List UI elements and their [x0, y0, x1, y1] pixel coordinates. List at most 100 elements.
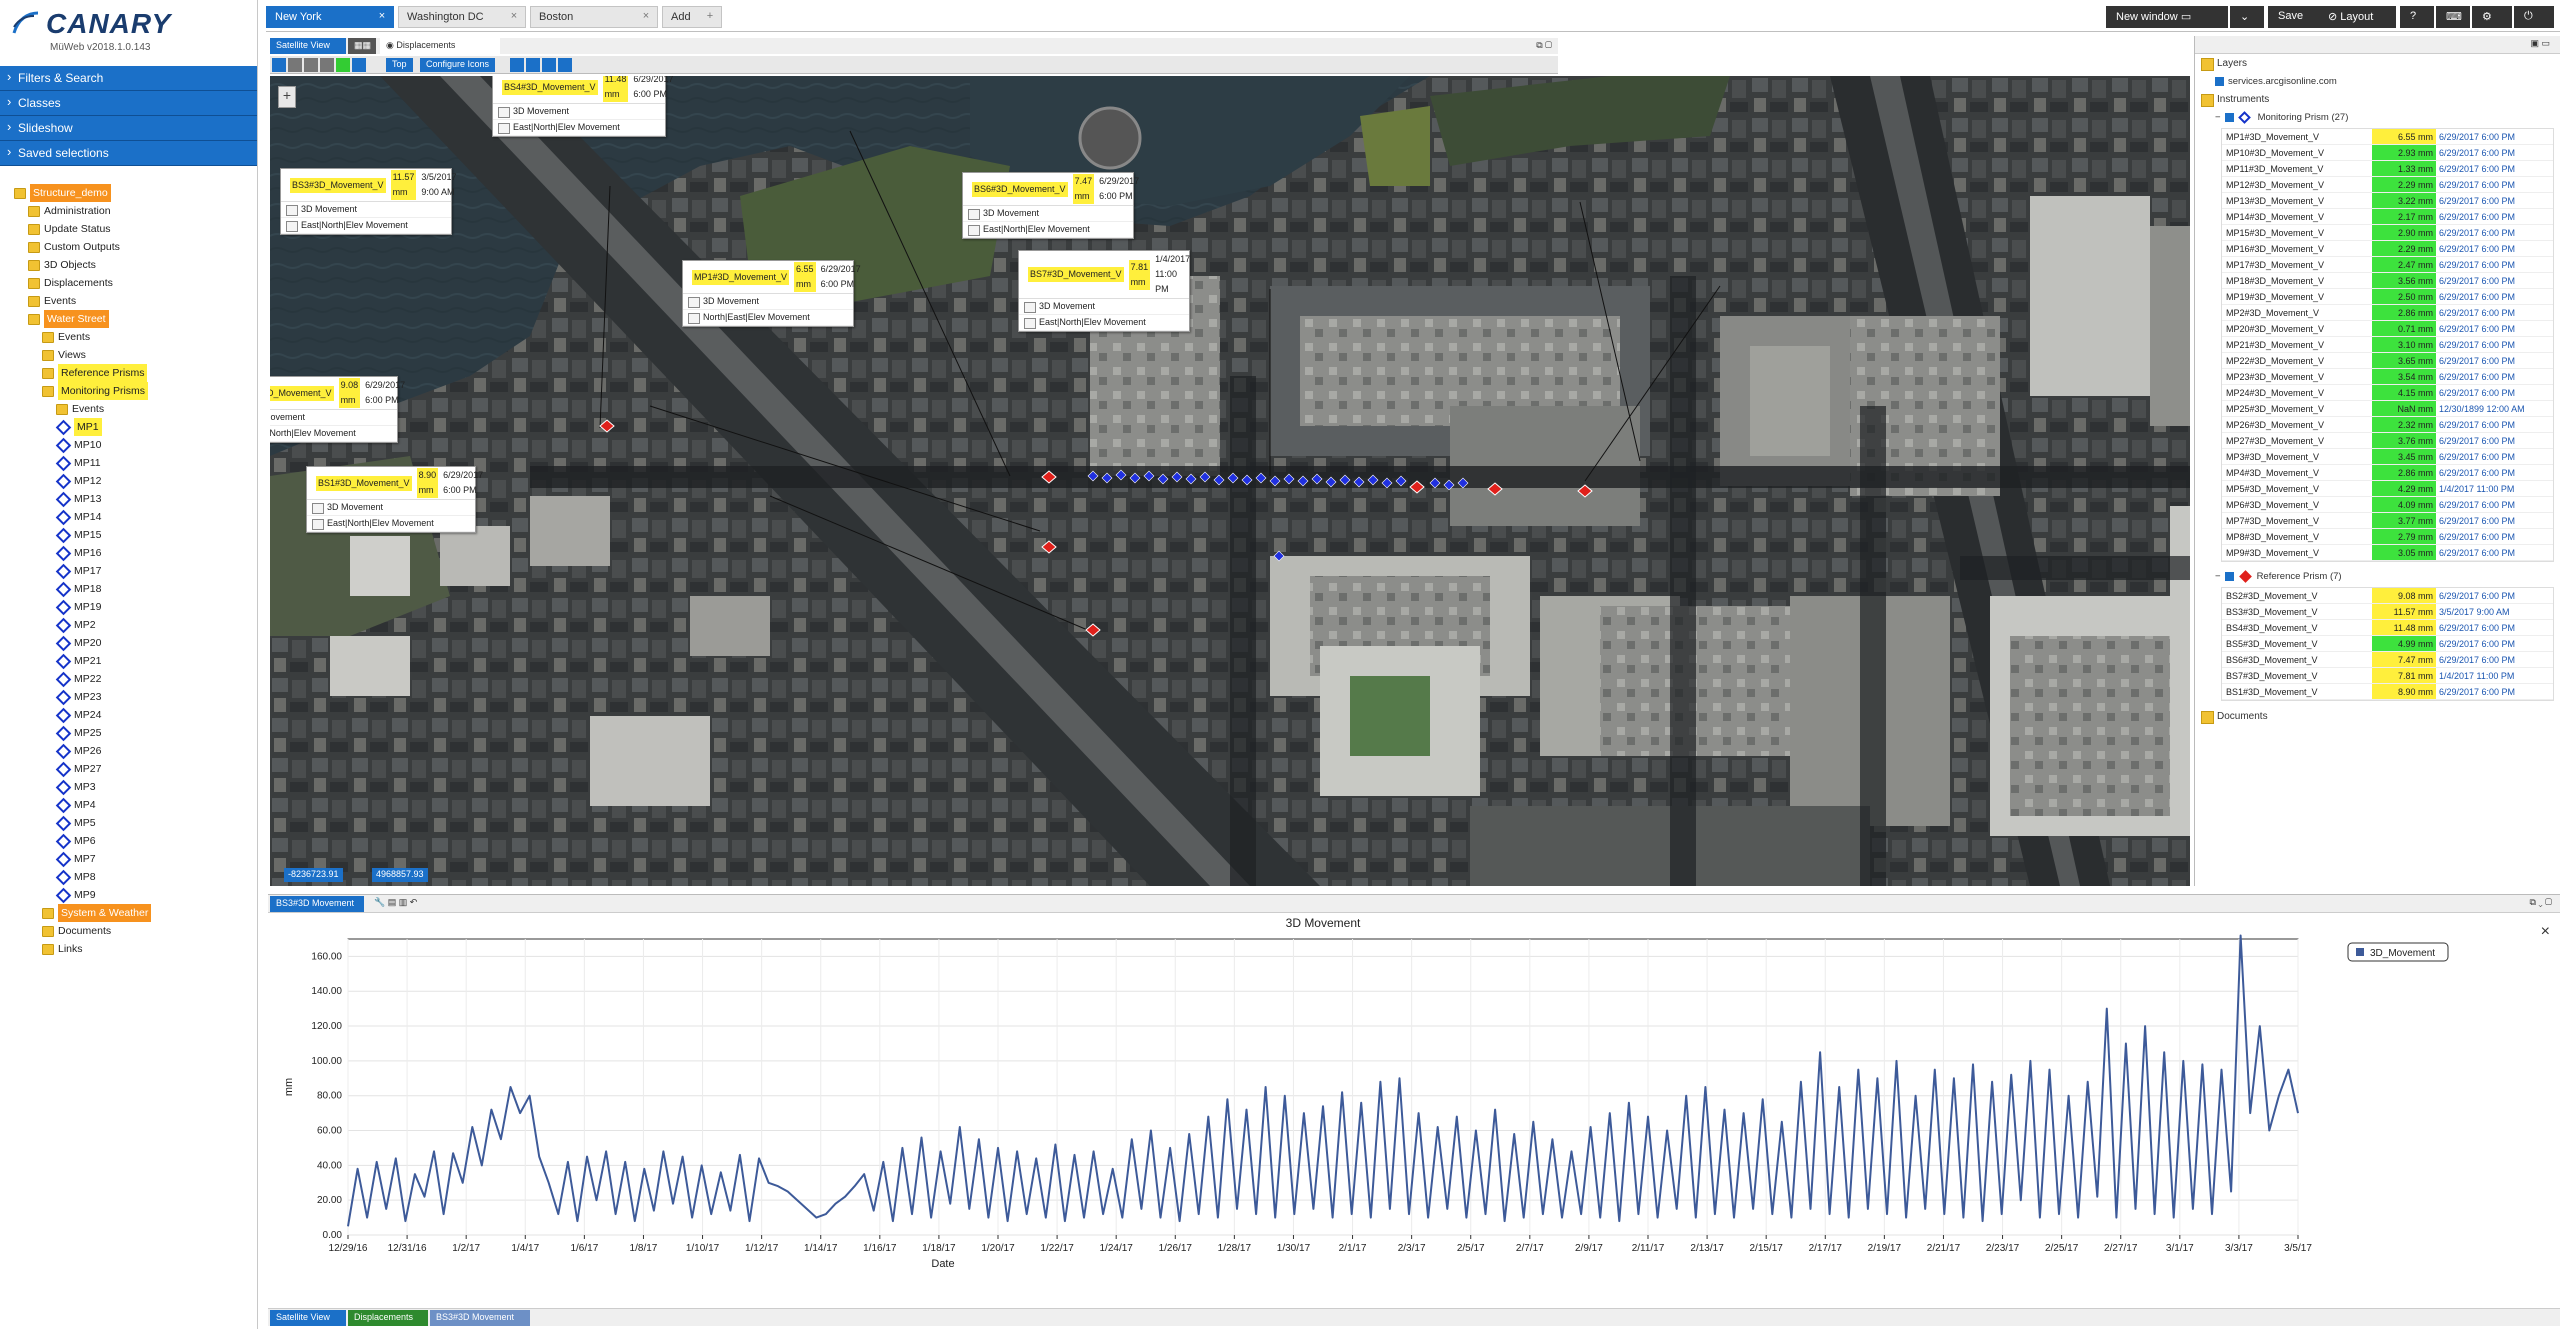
- instrument-row[interactable]: MP5#3D_Movement_V 4.29 mm 1/4/2017 11:00 P…: [2222, 481, 2553, 497]
- tree-item-mp[interactable]: MP26: [14, 742, 257, 760]
- instrument-row[interactable]: MP25#3D_Movement_V NaN mm 12/30/1899 12:00…: [2222, 401, 2553, 417]
- tree-monitoring-prisms[interactable]: Monitoring Prisms: [14, 382, 257, 400]
- plus-icon[interactable]: +: [699, 7, 721, 27]
- tree-item-mp[interactable]: MP19: [14, 598, 257, 616]
- collapse-icon[interactable]: −: [2215, 571, 2221, 582]
- callout-row[interactable]: East|North|Elev Movement: [307, 516, 475, 532]
- satellite-map[interactable]: + BS4#3D_Movement_V 11.48 mm 6/29/2017 6:0…: [270, 76, 2190, 886]
- instrument-row[interactable]: BS4#3D_Movement_V 11.48 mm 6/29/2017 6:00 …: [2222, 620, 2553, 636]
- documents-section[interactable]: Documents: [2195, 707, 2560, 726]
- instrument-row[interactable]: MP19#3D_Movement_V 2.50 mm 6/29/2017 6:00 …: [2222, 289, 2553, 305]
- callout-row[interactable]: 3D Movement: [963, 206, 1133, 222]
- callout-row[interactable]: 3D Movement: [270, 410, 397, 426]
- chart-toolbar-icons[interactable]: 🔧 ▤ ▥ ↶: [374, 897, 417, 908]
- layers-section[interactable]: Layers: [2195, 54, 2560, 73]
- tree-item[interactable]: Links: [14, 940, 257, 958]
- tab-add[interactable]: Add +: [662, 6, 722, 28]
- zoom-in-button[interactable]: +: [278, 86, 296, 108]
- instrument-row[interactable]: MP11#3D_Movement_V 1.33 mm 6/29/2017 6:00 …: [2222, 161, 2553, 177]
- group-checkbox[interactable]: [2224, 572, 2234, 581]
- instrument-row[interactable]: MP27#3D_Movement_V 3.76 mm 6/29/2017 6:00 …: [2222, 433, 2553, 449]
- tree-item-mp[interactable]: MP22: [14, 670, 257, 688]
- bottom-tab-displacements[interactable]: Displacements: [348, 1310, 428, 1326]
- tree-item[interactable]: Events: [14, 292, 257, 310]
- layout-button[interactable]: ⊘ Layout: [2318, 6, 2396, 28]
- tree-item[interactable]: Reference Prisms: [14, 364, 257, 382]
- tree-system-weather[interactable]: System & Weather: [14, 904, 257, 922]
- tree-item-mp[interactable]: MP24: [14, 706, 257, 724]
- callout-row[interactable]: East|North|Elev Movement: [281, 218, 451, 234]
- instrument-row[interactable]: MP4#3D_Movement_V 2.86 mm 6/29/2017 6:00 P…: [2222, 465, 2553, 481]
- tree-item-mp[interactable]: MP9: [14, 886, 257, 904]
- collapse-icon[interactable]: −: [2215, 112, 2221, 123]
- tree-item-mp[interactable]: MP4: [14, 796, 257, 814]
- instrument-row[interactable]: BS2#3D_Movement_V 9.08 mm 6/29/2017 6:00 P…: [2222, 588, 2553, 604]
- toolbar-icons[interactable]: ▦▦: [348, 38, 376, 54]
- tree-item[interactable]: Custom Outputs: [14, 238, 257, 256]
- movement-chart[interactable]: 3D Movement 0.00 20.00 40.00 60.00 80.00 100.0…: [268, 913, 2560, 1303]
- instrument-row[interactable]: MP15#3D_Movement_V 2.90 mm 6/29/2017 6:00 …: [2222, 225, 2553, 241]
- instruments-section[interactable]: Instruments: [2195, 90, 2560, 109]
- help-button[interactable]: ?: [2400, 6, 2434, 28]
- callout-row[interactable]: 3D Movement: [281, 202, 451, 218]
- tree-item-mp[interactable]: MP20: [14, 634, 257, 652]
- window-controls[interactable]: ⧉ ⌄ ▢: [2529, 897, 2552, 908]
- tree-item-mp[interactable]: MP15: [14, 526, 257, 544]
- top-view-button[interactable]: Top: [386, 58, 413, 72]
- instrument-row[interactable]: BS6#3D_Movement_V 7.47 mm 6/29/2017 6:00 P…: [2222, 652, 2553, 668]
- callout-row[interactable]: North|East|Elev Movement: [683, 310, 853, 326]
- dropdown-button[interactable]: ⌄: [2230, 6, 2264, 28]
- tree-item-mp[interactable]: MP12: [14, 472, 257, 490]
- tab-satellite-view[interactable]: Satellite View: [270, 38, 346, 54]
- instrument-row[interactable]: MP23#3D_Movement_V 3.54 mm 6/29/2017 6:00 …: [2222, 369, 2553, 385]
- instrument-row[interactable]: MP21#3D_Movement_V 3.10 mm 6/29/2017 6:00 …: [2222, 337, 2553, 353]
- instrument-row[interactable]: MP8#3D_Movement_V 2.79 mm 6/29/2017 6:00 P…: [2222, 529, 2553, 545]
- tree-item-mp[interactable]: MP2: [14, 616, 257, 634]
- instrument-row[interactable]: MP9#3D_Movement_V 3.05 mm 6/29/2017 6:00 P…: [2222, 545, 2553, 561]
- new-window-button[interactable]: New window ▭: [2106, 6, 2228, 28]
- menu-slideshow[interactable]: Slideshow: [0, 116, 257, 141]
- map-callout[interactable]: BS3#3D_Movement_V 11.57 mm 3/5/2017 9:00 A…: [280, 168, 456, 235]
- window-controls[interactable]: ⧉ ▢: [1536, 40, 1552, 51]
- tree-item-mp[interactable]: MP13: [14, 490, 257, 508]
- tab-displacements[interactable]: ◉ Displacements: [380, 38, 500, 54]
- map-mode-icons[interactable]: [510, 58, 580, 72]
- tree-root[interactable]: Structure_demo: [14, 184, 257, 202]
- tree-item-mp[interactable]: MP7: [14, 850, 257, 868]
- menu-classes[interactable]: Classes: [0, 91, 257, 116]
- close-tab-icon[interactable]: ×: [503, 7, 525, 27]
- tree-item-mp[interactable]: MP18: [14, 580, 257, 598]
- instrument-row[interactable]: MP6#3D_Movement_V 4.09 mm 6/29/2017 6:00 P…: [2222, 497, 2553, 513]
- tab-boston[interactable]: Boston ×: [530, 6, 658, 28]
- tree-item[interactable]: Administration: [14, 202, 257, 220]
- callout-row[interactable]: East|North|Elev Movement: [1019, 315, 1189, 331]
- settings-icon[interactable]: ⚙: [2472, 6, 2512, 28]
- tree-item[interactable]: Documents: [14, 922, 257, 940]
- keyboard-icon[interactable]: ⌨: [2436, 6, 2470, 28]
- menu-saved-selections[interactable]: Saved selections: [0, 141, 257, 166]
- callout-row[interactable]: 3D Movement: [683, 294, 853, 310]
- logout-icon[interactable]: ⏻: [2514, 6, 2554, 28]
- instrument-row[interactable]: MP3#3D_Movement_V 3.45 mm 6/29/2017 6:00 P…: [2222, 449, 2553, 465]
- tree-item[interactable]: Displacements: [14, 274, 257, 292]
- instrument-row[interactable]: MP26#3D_Movement_V 2.32 mm 6/29/2017 6:00 …: [2222, 417, 2553, 433]
- layer-checkbox[interactable]: [2215, 77, 2224, 86]
- chart-tab[interactable]: BS3#3D Movement: [270, 896, 364, 912]
- tree-item-mp[interactable]: MP17: [14, 562, 257, 580]
- instrument-row[interactable]: MP14#3D_Movement_V 2.17 mm 6/29/2017 6:00 …: [2222, 209, 2553, 225]
- callout-row[interactable]: East|North|Elev Movement: [493, 120, 665, 136]
- tree-item-mp[interactable]: MP27: [14, 760, 257, 778]
- instrument-row[interactable]: BS3#3D_Movement_V 11.57 mm 3/5/2017 9:00 A…: [2222, 604, 2553, 620]
- tree-item-mp[interactable]: MP6: [14, 832, 257, 850]
- instrument-row[interactable]: MP13#3D_Movement_V 3.22 mm 6/29/2017 6:00 …: [2222, 193, 2553, 209]
- instrument-row[interactable]: MP12#3D_Movement_V 2.29 mm 6/29/2017 6:00 …: [2222, 177, 2553, 193]
- tree-item[interactable]: Update Status: [14, 220, 257, 238]
- tree-item[interactable]: Events: [14, 400, 257, 418]
- tree-item-mp[interactable]: MP23: [14, 688, 257, 706]
- callout-row[interactable]: 3D Movement: [1019, 299, 1189, 315]
- layer-item[interactable]: services.arcgisonline.com: [2195, 73, 2560, 90]
- tree-item-mp[interactable]: MP25: [14, 724, 257, 742]
- instrument-row[interactable]: MP22#3D_Movement_V 3.65 mm 6/29/2017 6:00 …: [2222, 353, 2553, 369]
- instrument-row[interactable]: MP17#3D_Movement_V 2.47 mm 6/29/2017 6:00 …: [2222, 257, 2553, 273]
- tab-new-york[interactable]: New York ×: [266, 6, 394, 28]
